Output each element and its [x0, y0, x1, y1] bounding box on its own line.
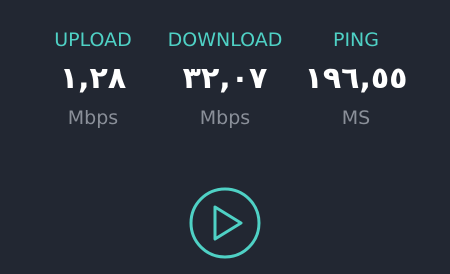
- play-triangle: [213, 205, 243, 241]
- ping-value: ١٩٦,٥٥: [304, 61, 408, 96]
- play-ring: [189, 187, 261, 259]
- speed-stats: UPLOAD ١,٢٨ Mbps DOWNLOAD ٣٢,٠٧ Mbps PIN…: [0, 0, 450, 150]
- ping-stat: PING ١٩٦,٥٥ MS: [281, 28, 431, 132]
- upload-value: ١,٢٨: [59, 61, 127, 96]
- upload-label: UPLOAD: [54, 29, 132, 51]
- start-test-button[interactable]: [188, 186, 262, 260]
- ping-label: PING: [333, 29, 379, 51]
- download-value: ٣٢,٠٧: [182, 61, 268, 96]
- upload-unit: Mbps: [67, 107, 119, 129]
- play-icon: [189, 187, 261, 259]
- download-label: DOWNLOAD: [167, 29, 283, 51]
- download-stat: DOWNLOAD ٣٢,٠٧ Mbps: [150, 28, 300, 132]
- download-unit: Mbps: [199, 107, 251, 129]
- upload-stat: UPLOAD ١,٢٨ Mbps: [18, 28, 168, 132]
- ping-unit: MS: [341, 107, 371, 129]
